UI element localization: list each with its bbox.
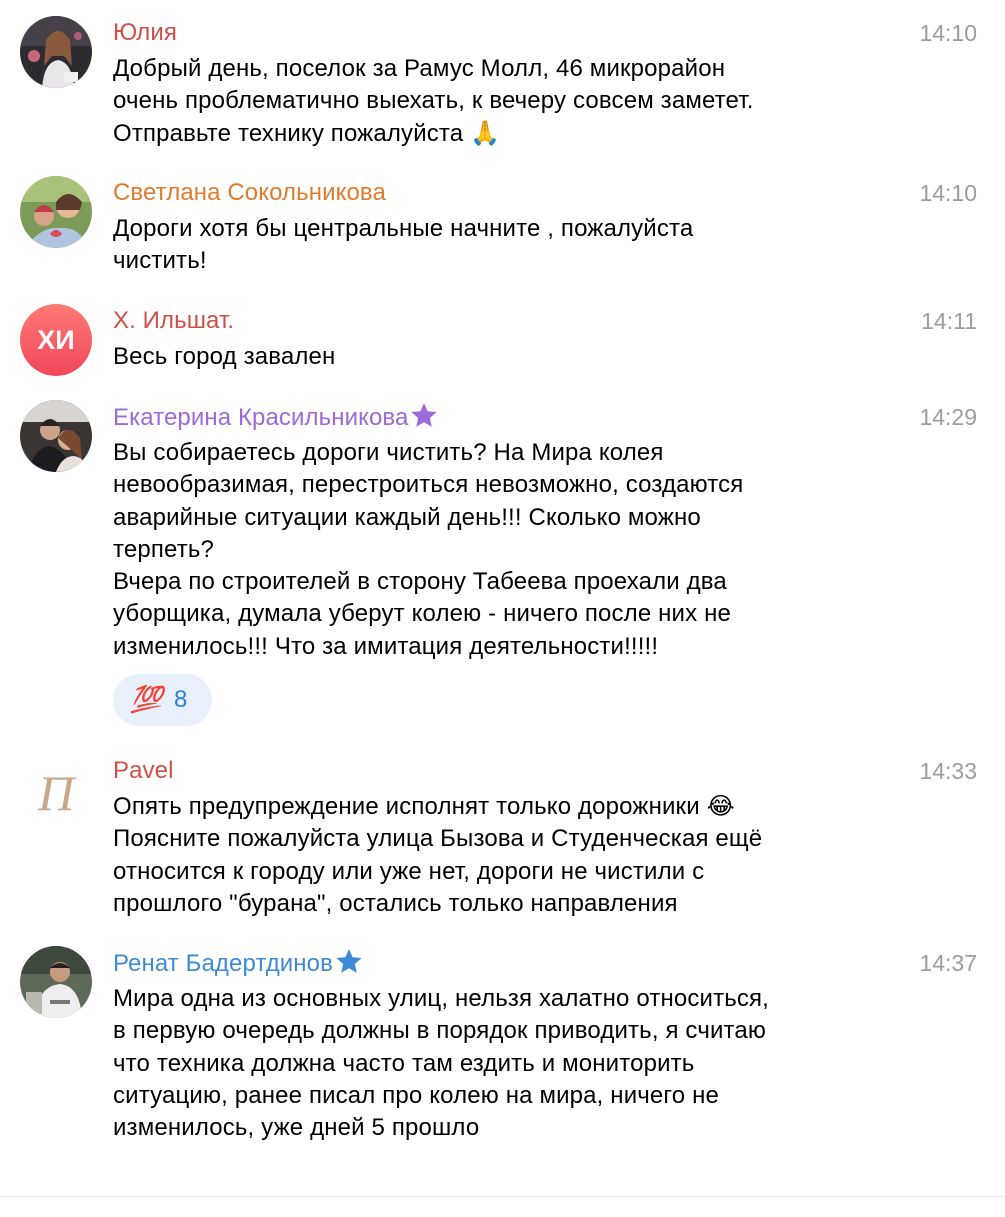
author-name[interactable]: Светлана Сокольникова [113, 178, 386, 208]
author-name-text: Ренат Бадертдинов [113, 950, 333, 977]
message-line: уборщика, думала уберут колею - ничего п… [113, 600, 731, 628]
message-line: аварийные ситуации каждый день!!! Скольк… [113, 503, 701, 531]
message-line: Дороги хотя бы центральные начните , пож… [113, 215, 694, 242]
avatar[interactable] [20, 176, 92, 248]
message-time: 14:10 [919, 180, 977, 206]
premium-star-icon [335, 948, 363, 982]
message-line: Вы собираетесь дороги чистить? На Мира к… [113, 439, 664, 466]
author-name[interactable]: Юлия [113, 18, 177, 48]
reaction-button[interactable]: 💯 8 [113, 674, 212, 726]
author-name-text: Екатерина Красильникова [113, 404, 409, 431]
message-line: прошлого "бурана", остались только напра… [113, 889, 678, 917]
message-line: относится к городу или уже нет, дороги н… [113, 857, 705, 885]
avatar[interactable] [20, 16, 92, 88]
message-time: 14:29 [919, 404, 977, 430]
author-name[interactable]: Екатерина Красильникова [113, 402, 438, 436]
author-name[interactable]: Х. Ильшат. [113, 306, 234, 336]
avatar-initials: ХИ [37, 325, 74, 355]
message-line: невообразимая, перестроиться невозможно,… [113, 471, 744, 499]
author-name[interactable]: Ренат Бадертдинов [113, 948, 363, 982]
message-text: Дороги хотя бы центральные начните , пож… [113, 213, 893, 278]
message-line: Мира одна из основных улиц, нельзя халат… [113, 985, 769, 1012]
message-line: изменилось, уже дней 5 прошло [113, 1114, 480, 1142]
message-text: Опять предупреждение исполнят только дор… [113, 791, 893, 920]
message-line: очень проблематично выехать, к вечеру со… [113, 87, 754, 115]
message-text: Весь город завален [113, 341, 893, 373]
message-line: Весь город завален [113, 343, 336, 370]
message-line: ситуацию, ранее писал про колею на мира,… [113, 1081, 719, 1109]
message-time: 14:10 [919, 20, 977, 46]
message-line: изменилось!!! Что за имитация деятельнос… [113, 632, 659, 660]
message-line: Отправьте технику пожалуйста 🙏 [113, 119, 501, 147]
avatar[interactable] [20, 946, 92, 1018]
avatar[interactable] [20, 400, 92, 472]
message-line: что техника должна часто там ездить и мо… [113, 1049, 695, 1077]
message-line: в первую очередь должны в порядок привод… [113, 1017, 767, 1045]
message-text: Добрый день, поселок за Рамус Молл, 46 м… [113, 53, 893, 150]
message-line: терпеть? [113, 535, 215, 563]
avatar[interactable]: ХИ [20, 304, 92, 376]
message-time: 14:37 [919, 950, 977, 976]
message-time: 14:11 [921, 308, 977, 334]
premium-star-icon [410, 402, 438, 436]
avatar-monogram: П [37, 765, 77, 821]
divider [0, 1196, 1005, 1197]
message-line: Опять предупреждение исполнят только дор… [113, 793, 735, 820]
avatar[interactable]: П [20, 756, 92, 828]
message-text: Мира одна из основных улиц, нельзя халат… [113, 983, 893, 1144]
message-line: Вчера по строителей в сторону Табеева пр… [113, 568, 727, 596]
author-name[interactable]: Pavel [113, 756, 174, 786]
message-line: Добрый день, поселок за Рамус Молл, 46 м… [113, 55, 726, 82]
message-text: Вы собираетесь дороги чистить? На Мира к… [113, 437, 893, 663]
message-time: 14:33 [919, 758, 977, 784]
message-line: Поясните пожалуйста улица Бызова и Студе… [113, 825, 763, 853]
hundred-points-icon: 💯 [130, 684, 162, 714]
message-line: чистить! [113, 247, 207, 275]
reaction-count: 8 [174, 686, 188, 713]
